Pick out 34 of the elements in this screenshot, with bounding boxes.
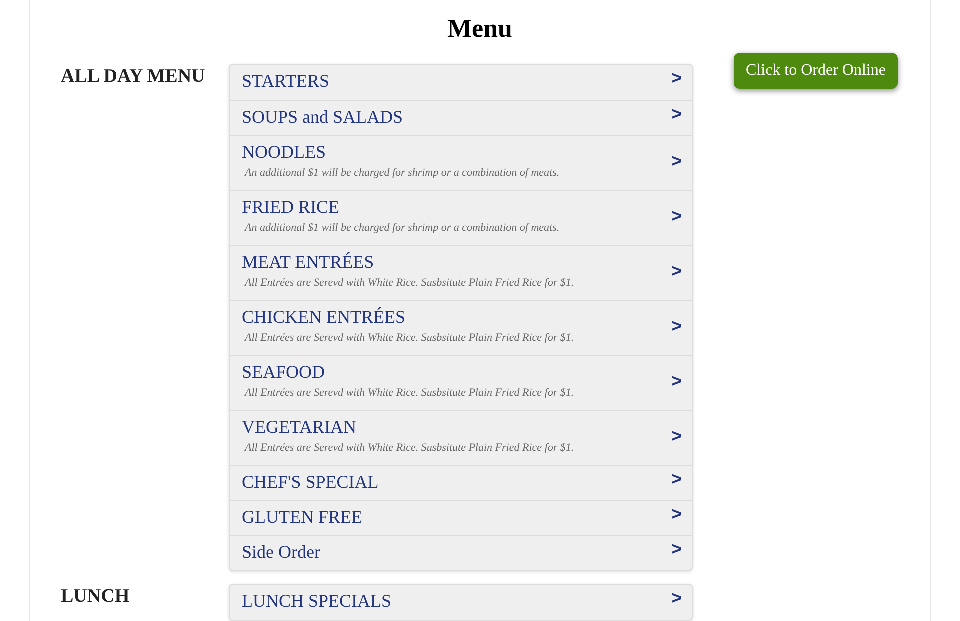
- category-note: All Entrées are Serevd with White Rice. Susbsitute Plain Fried Rice for $1.: [244, 331, 574, 345]
- category-note: An additional $1 will be charged for shrimp or a combination of meats.: [244, 221, 560, 235]
- chevron-icon: >: [671, 427, 682, 445]
- chevron-icon: >: [671, 589, 682, 607]
- order-online-button[interactable]: Click to Order Online: [734, 53, 898, 89]
- category-link[interactable]: CHICKEN ENTRÉES: [242, 301, 406, 327]
- category-link[interactable]: MEAT ENTRÉES: [242, 246, 374, 272]
- chevron-icon: >: [671, 372, 682, 390]
- category-note: An additional $1 will be charged for shrimp or a combination of meats.: [244, 166, 560, 180]
- chevron-icon: >: [671, 207, 682, 225]
- section-heading: ALL DAY MENU: [61, 66, 206, 87]
- chevron-icon: >: [671, 152, 682, 170]
- section-heading: LUNCH: [61, 586, 130, 607]
- category-link[interactable]: FRIED RICE: [242, 191, 340, 217]
- category-link[interactable]: SOUPS and SALADS: [242, 101, 404, 127]
- category-link[interactable]: NOODLES: [242, 136, 326, 162]
- category-note: All Entrées are Serevd with White Rice. Susbsitute Plain Fried Rice for $1.: [244, 276, 574, 290]
- chevron-icon: >: [671, 505, 682, 523]
- chevron-icon: >: [671, 105, 682, 123]
- category-link[interactable]: CHEF'S SPECIAL: [242, 466, 379, 492]
- category-link[interactable]: Side Order: [242, 536, 320, 562]
- category-link[interactable]: SEAFOOD: [242, 356, 326, 382]
- category-link[interactable]: VEGETARIAN: [242, 411, 357, 437]
- category-link[interactable]: STARTERS: [242, 65, 330, 91]
- chevron-icon: >: [671, 262, 682, 280]
- chevron-icon: >: [671, 317, 682, 335]
- chevron-icon: >: [671, 540, 682, 558]
- category-link[interactable]: LUNCH SPECIALS: [242, 585, 392, 611]
- chevron-icon: >: [671, 69, 682, 87]
- category-note: All Entrées are Serevd with White Rice. Susbsitute Plain Fried Rice for $1.: [244, 441, 574, 455]
- category-note: All Entrées are Serevd with White Rice. Susbsitute Plain Fried Rice for $1.: [244, 386, 574, 400]
- category-link[interactable]: GLUTEN FREE: [242, 501, 362, 527]
- chevron-icon: >: [671, 470, 682, 488]
- page-title: Menu: [448, 13, 512, 45]
